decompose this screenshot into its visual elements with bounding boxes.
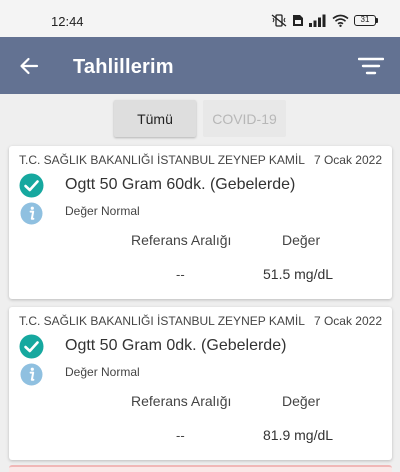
test-name: Ogtt 50 Gram 0dk. (Gebelerde) bbox=[65, 337, 287, 354]
reference-range-value: -- bbox=[176, 428, 185, 443]
signal-icon bbox=[309, 14, 326, 27]
reference-range-value: -- bbox=[176, 267, 185, 282]
info-icon[interactable] bbox=[20, 202, 43, 225]
result-value: 81.9 mg/dL bbox=[263, 427, 334, 443]
result-card-partial[interactable] bbox=[9, 465, 392, 472]
info-icon[interactable] bbox=[20, 363, 43, 386]
filter-button[interactable] bbox=[356, 53, 386, 79]
hospital-name: T.C. SAĞLIK BAKANLIĞI İSTANBUL ZEYNEP KA… bbox=[19, 153, 305, 167]
filter-tabs: Tümü COVID-19 bbox=[0, 94, 400, 144]
filter-icon bbox=[358, 57, 384, 75]
status-icons: 31 bbox=[271, 14, 378, 27]
hospital-name: T.C. SAĞLIK BAKANLIĞI İSTANBUL ZEYNEP KA… bbox=[19, 314, 305, 328]
tab-covid-19[interactable]: COVID-19 bbox=[203, 100, 286, 137]
page-title: Tahlillerim bbox=[73, 56, 174, 78]
reference-range-header: Referans Aralığı bbox=[131, 232, 232, 248]
check-circle-icon bbox=[19, 173, 44, 198]
value-header: Değer bbox=[282, 232, 321, 248]
result-date: 7 Ocak 2022 bbox=[313, 153, 382, 167]
arrow-left-icon bbox=[20, 57, 39, 75]
result-card[interactable]: T.C. SAĞLIK BAKANLIĞI İSTANBUL ZEYNEP KA… bbox=[9, 307, 392, 460]
result-value: 51.5 mg/dL bbox=[263, 266, 334, 282]
app-bar: Tahlillerim bbox=[0, 37, 400, 94]
battery-icon: 31 bbox=[354, 15, 378, 26]
result-status: Değer Normal bbox=[65, 204, 140, 218]
value-header: Değer bbox=[282, 393, 321, 409]
tab-all[interactable]: Tümü bbox=[114, 100, 196, 137]
back-button[interactable] bbox=[14, 51, 44, 81]
wifi-icon bbox=[332, 14, 349, 27]
result-status: Değer Normal bbox=[65, 365, 140, 379]
vibrate-off-icon bbox=[271, 14, 287, 27]
result-date: 7 Ocak 2022 bbox=[313, 314, 382, 328]
battery-level: 31 bbox=[354, 15, 376, 26]
test-name: Ogtt 50 Gram 60dk. (Gebelerde) bbox=[65, 176, 296, 193]
status-bar: 12:44 31 bbox=[0, 0, 400, 37]
reference-range-header: Referans Aralığı bbox=[131, 393, 232, 409]
result-card[interactable]: T.C. SAĞLIK BAKANLIĞI İSTANBUL ZEYNEP KA… bbox=[9, 146, 392, 299]
status-time: 12:44 bbox=[51, 14, 84, 29]
sim-icon bbox=[293, 15, 303, 26]
check-circle-icon bbox=[19, 334, 44, 359]
